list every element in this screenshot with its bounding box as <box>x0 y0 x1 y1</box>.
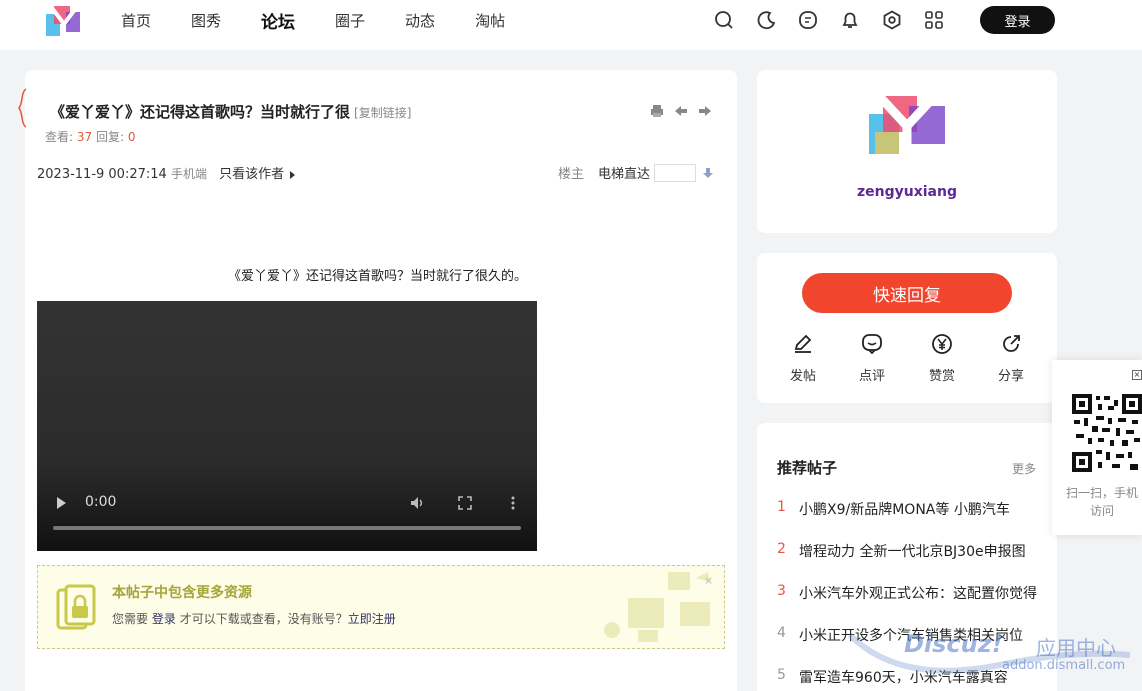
post-device: 手机端 <box>170 167 207 181</box>
recommended-item-title[interactable]: 小米汽车外观正式公布：这配置你觉得 <box>799 583 1039 625</box>
rank-number: 5 <box>777 667 786 683</box>
action-share[interactable]: 分享 <box>986 333 1036 384</box>
play-icon[interactable] <box>57 497 66 509</box>
print-icon[interactable] <box>649 103 665 119</box>
volume-icon[interactable] <box>409 495 425 511</box>
comment-icon <box>862 334 882 355</box>
more-vertical-icon[interactable] <box>511 495 515 511</box>
register-link[interactable]: 立即注册 <box>348 612 396 626</box>
qr-code-icon <box>1072 394 1142 472</box>
qr-panel: × 扫一扫，手机访问 <box>1052 360 1142 535</box>
caret-right-icon <box>290 170 296 179</box>
nav-circles[interactable]: 圈子 <box>335 10 365 31</box>
floor-nav: 楼主 电梯直达 <box>558 163 714 182</box>
prev-thread-icon[interactable] <box>673 103 689 119</box>
list-item[interactable]: 1 小鹏X9/新品牌MONA等 小鹏汽车 <box>777 499 1039 541</box>
post-datetime: 2023-11-9 00:27:14 <box>37 167 167 182</box>
action-reward[interactable]: 赞赏 <box>917 333 967 384</box>
recommended-title: 推荐帖子 <box>777 459 838 477</box>
arrow-down-icon[interactable] <box>702 167 714 179</box>
nav-taotie[interactable]: 淘帖 <box>475 10 505 31</box>
post-stats: 查看: 37 回复: 0 <box>45 128 136 145</box>
post-content: 《爱丫爱丫》还记得这首歌吗？当时就行了很久的。 <box>228 269 528 284</box>
grid-icon[interactable] <box>922 8 946 32</box>
settings-icon[interactable] <box>880 8 904 32</box>
title-bracket-icon <box>18 88 27 128</box>
nav-home[interactable]: 首页 <box>121 10 151 31</box>
search-icon[interactable] <box>712 8 736 32</box>
video-time: 0:00 <box>85 494 117 510</box>
only-author-link[interactable]: 只看该作者 <box>219 167 284 182</box>
resource-notice: 本帖子中包含更多资源 您需要 登录 才可以下载或查看，没有账号？立即注册 × <box>37 565 725 649</box>
post-tools <box>649 103 721 119</box>
action-post[interactable]: 发帖 <box>778 333 828 384</box>
action-share-label: 分享 <box>997 369 1024 384</box>
floor-jump-input[interactable] <box>654 163 697 182</box>
login-link[interactable]: 登录 <box>152 612 176 626</box>
list-item[interactable]: 3 小米汽车外观正式公布：这配置你觉得 <box>777 583 1039 625</box>
media-decoration-icon <box>604 572 710 642</box>
quick-reply-card: 快速回复 发帖 点评 赞赏 分享 <box>757 253 1057 403</box>
action-comment-label: 点评 <box>858 369 885 384</box>
qr-close-button[interactable]: × <box>1132 370 1142 380</box>
rank-number: 2 <box>777 541 786 557</box>
list-item[interactable]: 2 增程动力 全新一代北京BJ30e申报图 <box>777 541 1039 583</box>
resource-description: 您需要 登录 才可以下载或查看，没有账号？立即注册 <box>112 610 396 627</box>
resource-close-button[interactable]: × <box>704 574 713 587</box>
moon-icon[interactable] <box>754 8 778 32</box>
recommended-item-title[interactable]: 小鹏X9/新品牌MONA等 小鹏汽车 <box>799 499 1039 541</box>
yen-coin-icon <box>932 334 952 354</box>
bell-icon[interactable] <box>838 8 862 32</box>
qr-caption: 扫一扫，手机访问 <box>1065 486 1138 518</box>
views-label: 查看: <box>45 130 74 144</box>
views-count: 37 <box>76 130 93 144</box>
locked-files-icon <box>56 584 96 630</box>
next-thread-icon[interactable] <box>697 103 713 119</box>
rank-number: 1 <box>777 499 786 515</box>
video-player[interactable]: 0:00 <box>37 301 537 551</box>
watermark-brand: Discuz! <box>904 630 1003 658</box>
action-comment[interactable]: 点评 <box>847 333 897 384</box>
site-logo[interactable] <box>44 2 84 42</box>
action-reward-label: 赞赏 <box>928 369 955 384</box>
jump-label: 电梯直达 <box>598 167 651 182</box>
avatar[interactable] <box>865 92 949 160</box>
fullscreen-icon[interactable] <box>458 496 472 510</box>
top-header: 首页 图秀 论坛 圈子 动态 淘帖 登录 <box>0 0 1142 50</box>
main-nav: 首页 图秀 论坛 圈子 动态 淘帖 <box>121 0 545 40</box>
post-meta: 2023-11-9 00:27:14 手机端 只看该作者 <box>37 163 296 182</box>
nav-pictures[interactable]: 图秀 <box>191 10 221 31</box>
action-post-label: 发帖 <box>789 369 816 384</box>
replies-label: 回复: <box>95 130 125 144</box>
watermark-url: addon.dismall.com <box>1002 658 1126 673</box>
quick-reply-button[interactable]: 快速回复 <box>802 273 1012 313</box>
resource-title: 本帖子中包含更多资源 <box>112 585 252 601</box>
copy-link[interactable]: [复制链接] <box>354 106 411 120</box>
nav-forum[interactable]: 论坛 <box>261 8 295 33</box>
rank-number: 3 <box>777 583 786 599</box>
message-icon[interactable] <box>796 8 820 32</box>
nav-activity[interactable]: 动态 <box>405 10 435 31</box>
login-button[interactable]: 登录 <box>980 6 1055 34</box>
resource-desc-prefix: 您需要 <box>112 612 149 626</box>
recommended-item-title[interactable]: 增程动力 全新一代北京BJ30e申报图 <box>799 541 1039 583</box>
rank-number: 4 <box>777 625 786 641</box>
replies-count: 0 <box>127 130 136 144</box>
author-username[interactable]: zengyuxiang <box>757 184 1057 200</box>
resource-desc-mid: 才可以下载或查看，没有账号？ <box>179 612 348 626</box>
author-card: zengyuxiang <box>757 70 1057 233</box>
recommended-more-link[interactable]: 更多 <box>1012 460 1036 477</box>
pencil-icon <box>794 334 812 353</box>
post-title: 《爱丫爱丫》还记得这首歌吗？当时就行了很 [复制链接] <box>50 101 411 122</box>
floor-label: 楼主 <box>558 167 585 182</box>
video-progress-bar[interactable] <box>53 526 521 530</box>
post-title-text: 《爱丫爱丫》还记得这首歌吗？当时就行了很 <box>50 103 351 121</box>
share-icon <box>1003 335 1020 352</box>
watermark-title: 应用中心 <box>1036 636 1116 660</box>
header-tools <box>712 8 964 32</box>
